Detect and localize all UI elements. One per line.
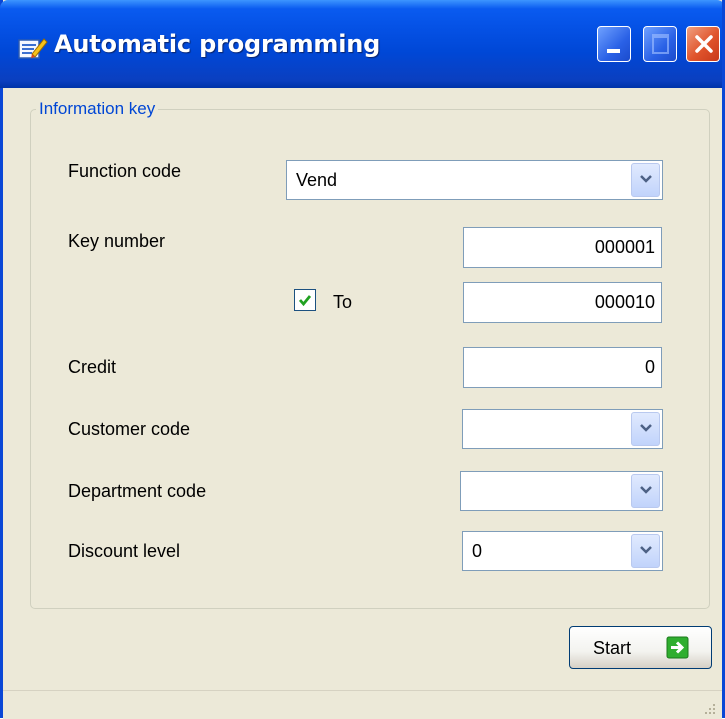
customer-code-dropdown[interactable]: [462, 409, 663, 449]
checkmark-icon: [298, 295, 312, 307]
start-button-label: Start: [593, 638, 632, 658]
title-bar[interactable]: Automatic programming: [0, 0, 725, 88]
maximize-button[interactable]: [643, 26, 677, 62]
to-number-input[interactable]: 000010: [463, 282, 662, 323]
chevron-down-icon: [640, 424, 652, 432]
department-code-dropdown[interactable]: [460, 471, 663, 511]
status-bar: [3, 690, 722, 719]
department-code-label: Department code: [68, 481, 207, 501]
to-checkbox[interactable]: [294, 289, 316, 311]
customer-code-label: Customer code: [68, 419, 191, 439]
chevron-down-icon: [640, 546, 652, 554]
dropdown-button[interactable]: [631, 412, 660, 446]
group-title: Information key: [36, 99, 159, 119]
credit-label: Credit: [68, 357, 117, 377]
app-edit-icon: [18, 38, 48, 59]
to-label: To: [333, 292, 353, 312]
start-button[interactable]: Start: [569, 626, 712, 669]
close-button[interactable]: [686, 26, 720, 62]
to-number-value: 000010: [594, 292, 655, 312]
maximize-icon: [652, 34, 669, 54]
key-number-input[interactable]: 000001: [463, 227, 662, 268]
dropdown-button[interactable]: [631, 163, 660, 197]
green-arrow-icon: [666, 636, 689, 659]
credit-input[interactable]: 0: [463, 347, 662, 388]
function-code-value: Vend: [296, 170, 338, 190]
resize-grip-icon[interactable]: [702, 701, 716, 715]
function-code-label: Function code: [68, 161, 182, 181]
key-number-label: Key number: [68, 231, 166, 251]
discount-level-value: 0: [472, 541, 483, 561]
window-title: Automatic programming: [54, 30, 381, 58]
discount-level-dropdown[interactable]: 0: [462, 531, 663, 571]
credit-value: 0: [644, 357, 655, 377]
chevron-down-icon: [640, 175, 652, 183]
discount-level-label: Discount level: [68, 541, 181, 561]
key-number-value: 000001: [594, 237, 655, 257]
minimize-icon: [607, 49, 620, 53]
dropdown-button[interactable]: [631, 534, 660, 568]
close-icon: [695, 35, 713, 53]
dialog-window: Automatic programming Information key Fu…: [0, 0, 725, 719]
chevron-down-icon: [640, 486, 652, 494]
function-code-dropdown[interactable]: Vend: [286, 160, 663, 200]
minimize-button[interactable]: [597, 26, 631, 62]
dropdown-button[interactable]: [631, 474, 660, 508]
